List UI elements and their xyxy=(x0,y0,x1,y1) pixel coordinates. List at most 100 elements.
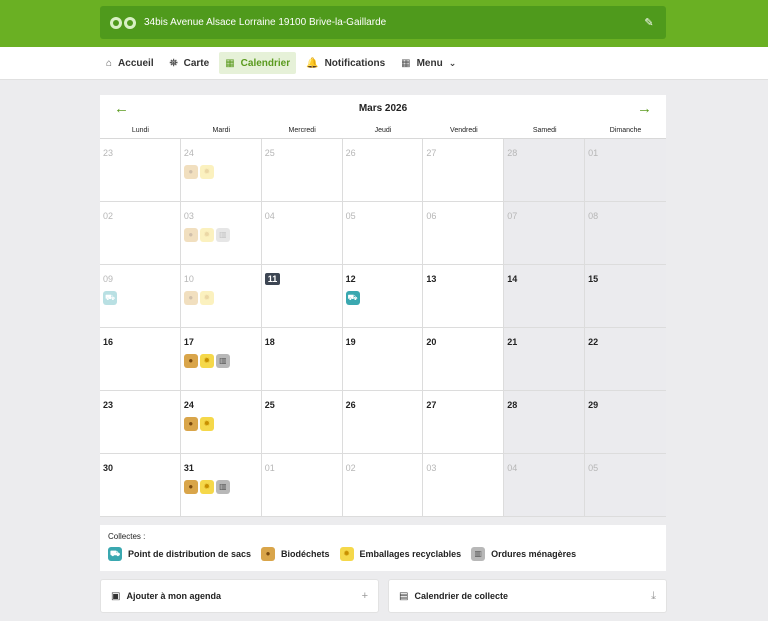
day-cell[interactable]: 26 xyxy=(342,139,424,202)
recycle-icon: ✹ xyxy=(339,547,354,561)
apple-icon: ● xyxy=(261,547,276,561)
pencil-icon[interactable]: ✎ xyxy=(642,16,656,29)
day-cell[interactable]: 29 xyxy=(585,391,666,454)
file-icon: ▤ xyxy=(399,590,409,602)
trash-icon: ▥ xyxy=(215,480,230,494)
recycle-icon: ✹ xyxy=(199,417,214,431)
day-cell[interactable]: 17 ● ✹ ▥ xyxy=(180,328,262,391)
next-month-arrow-icon[interactable]: → xyxy=(637,100,652,117)
weekday-jeudi: Jeudi xyxy=(374,127,392,134)
calendar-add-icon: ▣ xyxy=(111,590,121,602)
day-cell[interactable]: 27 xyxy=(423,139,505,202)
day-cell[interactable]: 02 xyxy=(100,202,181,265)
nav-item-calendrier[interactable]: ▦ Calendrier xyxy=(219,52,297,74)
nav-item-label: Calendrier xyxy=(240,57,291,69)
day-cell[interactable]: 05 xyxy=(342,202,424,265)
day-number: 02 xyxy=(103,211,114,221)
day-number: 18 xyxy=(264,337,275,347)
weekday-samedi: Samedi xyxy=(532,127,557,134)
day-number: 11 xyxy=(264,273,281,285)
apple-icon: ● xyxy=(183,480,198,494)
day-cell[interactable]: 10 ● ✹ xyxy=(180,265,262,328)
day-cell[interactable]: 04 xyxy=(261,202,343,265)
nav-item-carte[interactable]: ⛯ Carte xyxy=(164,52,216,74)
day-cell[interactable]: 12 ⛟ xyxy=(342,265,424,328)
map-icon: ⛯ xyxy=(169,57,178,69)
recycle-icon: ✹ xyxy=(199,165,214,179)
bell-icon: 🔔 xyxy=(306,57,319,69)
day-cell[interactable]: 27 xyxy=(423,391,505,454)
home-icon: ⌂ xyxy=(106,57,113,69)
day-number: 05 xyxy=(345,211,356,221)
day-cell[interactable]: 18 xyxy=(261,328,343,391)
day-cell[interactable]: 06 xyxy=(423,202,505,265)
recycle-icon: ✹ xyxy=(199,228,214,242)
day-number: 08 xyxy=(588,211,599,221)
day-cell[interactable]: 25 xyxy=(261,391,343,454)
month-title: Mars 2026 xyxy=(358,103,408,114)
day-cell[interactable]: 23 xyxy=(100,391,181,454)
calendar-icon: ▦ xyxy=(225,57,235,69)
day-cell[interactable]: 04 xyxy=(504,454,586,517)
day-cell[interactable]: 24 ● ✹ xyxy=(180,391,262,454)
day-cell[interactable]: 05 xyxy=(585,454,666,517)
header-banner: 34bis Avenue Alsace Lorraine 19100 Brive… xyxy=(0,0,768,47)
day-cell[interactable]: 21 xyxy=(504,328,586,391)
day-cell[interactable]: 23 xyxy=(100,139,181,202)
day-cell[interactable]: 07 xyxy=(504,202,586,265)
day-number: 05 xyxy=(588,463,599,473)
day-number: 13 xyxy=(426,274,437,284)
legend-item-om: ▥ Ordures ménagères xyxy=(471,547,576,561)
day-cell[interactable]: 25 xyxy=(261,139,343,202)
day-cell[interactable]: 16 xyxy=(100,328,181,391)
apple-icon: ● xyxy=(183,291,198,305)
day-cell[interactable]: 15 xyxy=(585,265,666,328)
day-number: 04 xyxy=(507,463,518,473)
day-cell[interactable]: 22 xyxy=(585,328,666,391)
day-number: 04 xyxy=(264,211,275,221)
day-number: 01 xyxy=(264,463,275,473)
weekday-mercredi: Mercredi xyxy=(288,127,316,134)
legend-item-pds: ⛟ Point de distribution de sacs xyxy=(108,547,251,561)
apple-icon: ● xyxy=(183,417,198,431)
day-cell[interactable]: 01 xyxy=(585,139,666,202)
nav-item-accueil[interactable]: ⌂ Accueil xyxy=(100,52,160,74)
day-cell[interactable]: 01 xyxy=(261,454,343,517)
main-nav: ⌂ Accueil ⛯ Carte ▦ Calendrier 🔔 Notifications ▦… xyxy=(0,47,768,80)
day-number: 25 xyxy=(264,148,275,158)
day-cell[interactable]: 03 ● ✹ ▥ xyxy=(180,202,262,265)
day-number: 07 xyxy=(507,211,518,221)
weekday-dimanche: Dimanche xyxy=(609,127,642,134)
day-cell[interactable]: 13 xyxy=(423,265,505,328)
day-cell[interactable]: 19 xyxy=(342,328,424,391)
nav-item-label: Carte xyxy=(183,57,210,69)
day-cell[interactable]: 20 xyxy=(423,328,505,391)
day-cell[interactable]: 14 xyxy=(504,265,586,328)
chevron-down-icon: ⌄ xyxy=(448,57,457,68)
download-calendar-button[interactable]: ▤ Calendrier de collecte ⤓ xyxy=(388,579,667,613)
day-number: 26 xyxy=(345,148,356,158)
address-text: 34bis Avenue Alsace Lorraine 19100 Brive… xyxy=(144,17,387,28)
day-cell[interactable]: 08 xyxy=(585,202,666,265)
day-cell[interactable]: 11 xyxy=(261,265,343,328)
day-cell[interactable]: 02 xyxy=(342,454,424,517)
day-number: 30 xyxy=(103,463,114,473)
nav-item-notifications[interactable]: 🔔 Notifications xyxy=(300,52,391,74)
day-cell[interactable]: 24 ● ✹ xyxy=(180,139,262,202)
calendar-grid: 23 24 ● ✹ 25 26 27 28 01 02 03 ● ✹ ▥ 04 05 06 07 08 09 ⛟ 10 ● ✹… xyxy=(100,139,666,517)
day-cell[interactable]: 28 xyxy=(504,391,586,454)
day-cell[interactable]: 28 xyxy=(504,139,586,202)
day-number: 06 xyxy=(426,211,437,221)
day-cell[interactable]: 03 xyxy=(423,454,505,517)
day-cell[interactable]: 09 ⛟ xyxy=(100,265,181,328)
add-to-agenda-button[interactable]: ▣ Ajouter à mon agenda + xyxy=(100,579,379,613)
day-cell[interactable]: 31 ● ✹ ▥ xyxy=(180,454,262,517)
nav-item-menu[interactable]: ▦ Menu ⌄ xyxy=(395,52,462,74)
day-cell[interactable]: 26 xyxy=(342,391,424,454)
recycle-icon: ✹ xyxy=(199,291,214,305)
legend-item-emb: ✹ Emballages recyclables xyxy=(339,547,461,561)
address-bar[interactable]: 34bis Avenue Alsace Lorraine 19100 Brive… xyxy=(100,6,666,39)
day-cell[interactable]: 30 xyxy=(100,454,181,517)
nav-item-label: Notifications xyxy=(324,57,386,69)
legend-label: Biodéchets xyxy=(281,549,330,559)
